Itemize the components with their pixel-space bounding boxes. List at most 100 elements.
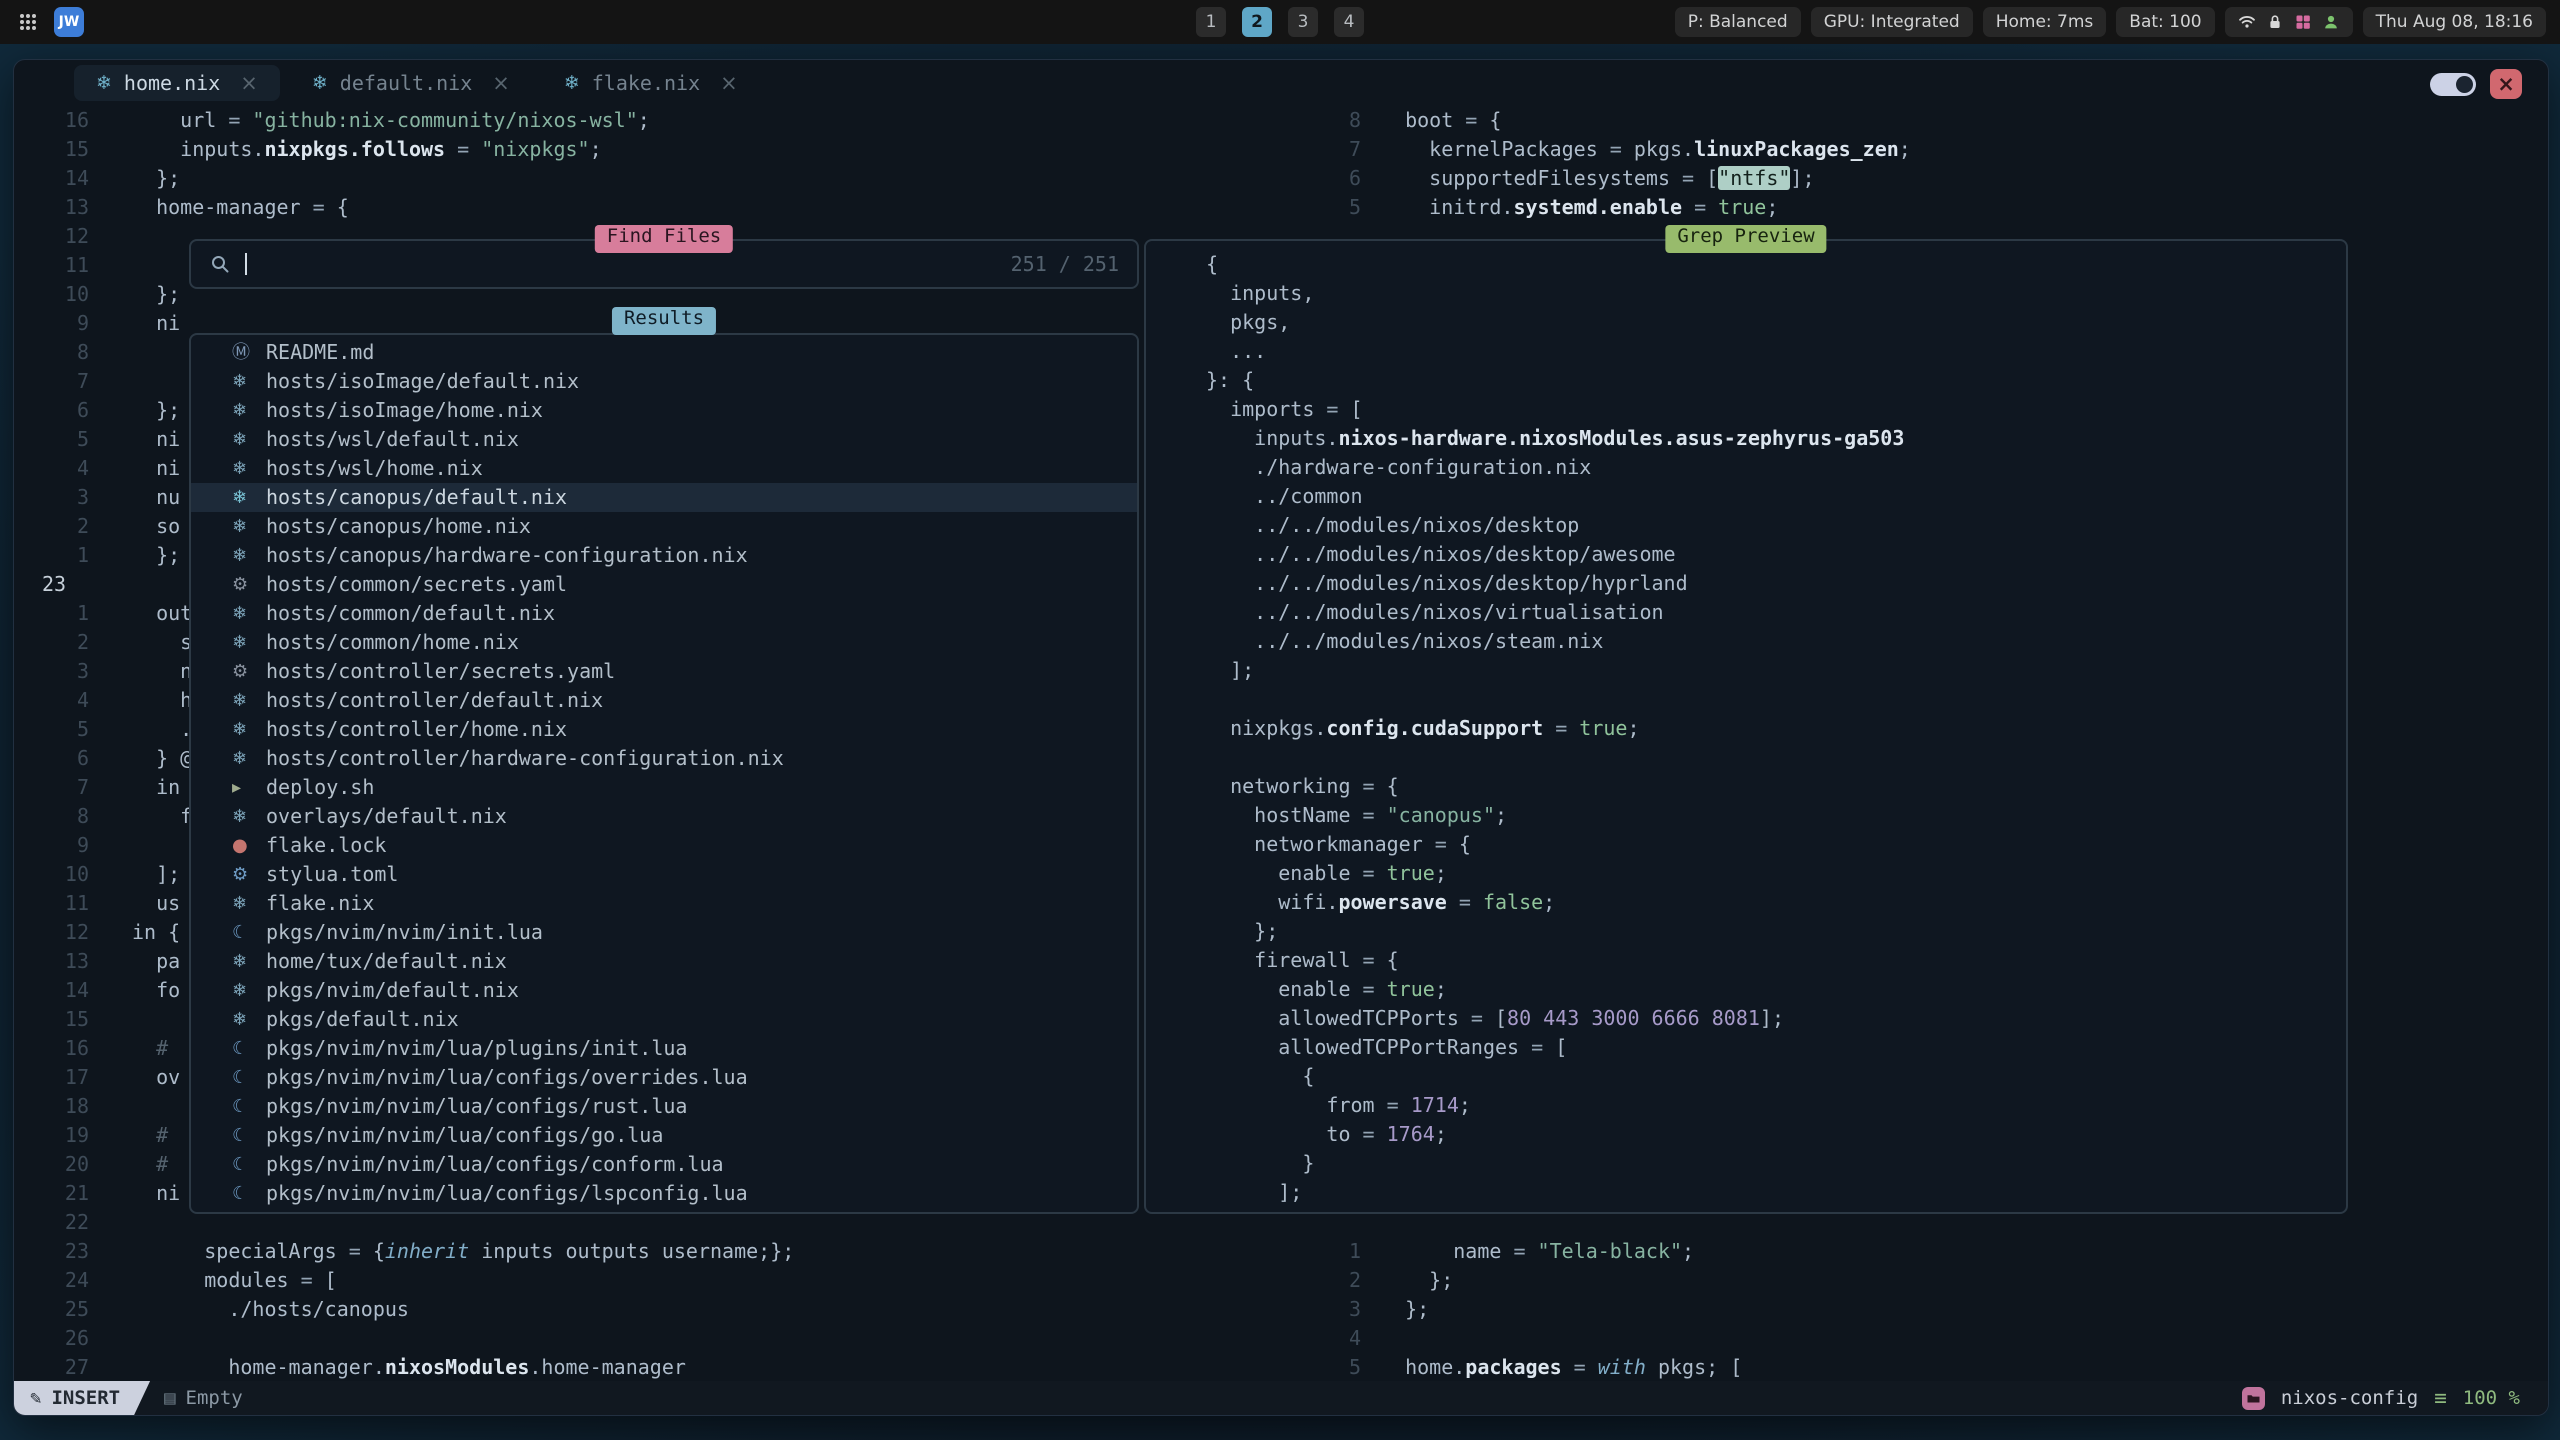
code-text: to = 1764;	[1163, 1120, 1447, 1149]
result-item[interactable]: ☾pkgs/nvim/nvim/lua/configs/go.lua	[191, 1121, 1137, 1150]
lua-icon: ☾	[232, 918, 266, 947]
result-item[interactable]: ❄hosts/isoImage/home.nix	[191, 396, 1137, 425]
result-label: hosts/wsl/default.nix	[266, 425, 519, 454]
result-item[interactable]: ❄home/tux/default.nix	[191, 947, 1137, 976]
result-label: pkgs/nvim/nvim/init.lua	[266, 918, 543, 947]
result-label: deploy.sh	[266, 773, 374, 802]
search-icon	[209, 253, 231, 275]
result-item[interactable]: ❄hosts/canopus/default.nix	[191, 483, 1137, 512]
workspace-button-1[interactable]: 1	[1196, 7, 1226, 37]
code-text: inputs.nixpkgs.follows = "nixpkgs";	[89, 135, 602, 164]
markdown-icon: Ⓜ	[232, 338, 266, 367]
result-item[interactable]: ❄flake.nix	[191, 889, 1137, 918]
result-item[interactable]: ☾pkgs/nvim/nvim/lua/configs/lspconfig.lu…	[191, 1179, 1137, 1208]
tab-bar: ❄home.nix×❄default.nix×❄flake.nix×	[14, 60, 2548, 106]
result-item[interactable]: ❄pkgs/nvim/default.nix	[191, 976, 1137, 1005]
tab-label: home.nix	[124, 71, 220, 95]
window-close-button[interactable]: ×	[2490, 69, 2522, 99]
result-item[interactable]: ☾pkgs/nvim/nvim/lua/configs/conform.lua	[191, 1150, 1137, 1179]
wifi-icon[interactable]	[2238, 13, 2256, 31]
result-item[interactable]: ❄hosts/common/default.nix	[191, 599, 1137, 628]
code-text: kernelPackages = pkgs.linuxPackages_zen;	[1361, 135, 1911, 164]
line-number: 16	[14, 1034, 89, 1063]
line-number: 14	[14, 164, 89, 193]
result-item[interactable]: ❄hosts/controller/hardware-configuration…	[191, 744, 1137, 773]
screenshare-icon[interactable]	[2294, 13, 2312, 31]
result-item[interactable]: ❄hosts/wsl/home.nix	[191, 454, 1137, 483]
result-item[interactable]: ❄hosts/common/home.nix	[191, 628, 1137, 657]
code-text: #	[89, 1121, 168, 1150]
line-number: 2	[1331, 1266, 1361, 1295]
code-text: supportedFilesystems = ["ntfs"];	[1361, 164, 1815, 193]
user-icon[interactable]	[2322, 13, 2340, 31]
logo-badge[interactable]: JW	[54, 7, 84, 37]
code-text	[89, 251, 132, 280]
result-item[interactable]: ☾pkgs/nvim/nvim/lua/plugins/init.lua	[191, 1034, 1137, 1063]
code-text: nu	[89, 483, 180, 512]
tab-close-icon[interactable]: ×	[492, 71, 510, 95]
result-label: hosts/canopus/hardware-configuration.nix	[266, 541, 748, 570]
right-bottom-editor-pane[interactable]: 1 name = "Tela-black";2 };3 };45 home.pa…	[1331, 1237, 2548, 1382]
code-line: imports = [	[1163, 395, 1904, 424]
result-label: pkgs/nvim/nvim/lua/configs/lspconfig.lua	[266, 1179, 748, 1208]
result-item[interactable]: ☾pkgs/nvim/nvim/init.lua	[191, 918, 1137, 947]
result-item[interactable]: ☾pkgs/nvim/nvim/lua/configs/overrides.lu…	[191, 1063, 1137, 1092]
system-top-bar: JW 1234 P: BalancedGPU: IntegratedHome: …	[0, 0, 2560, 44]
clock[interactable]: Thu Aug 08, 18:16	[2363, 7, 2546, 37]
right-top-editor-pane[interactable]: 8 boot = {7 kernelPackages = pkgs.linuxP…	[1331, 106, 2548, 222]
result-item[interactable]: ⚙stylua.toml	[191, 860, 1137, 889]
line-number: 2	[14, 512, 89, 541]
repo-name[interactable]: nixos-config	[2281, 1387, 2418, 1409]
code-text: modules = [	[89, 1266, 337, 1295]
result-item[interactable]: ⚙hosts/common/secrets.yaml	[191, 570, 1137, 599]
code-line: }: {	[1163, 366, 1904, 395]
result-label: hosts/common/default.nix	[266, 599, 555, 628]
code-text: initrd.systemd.enable = true;	[1361, 193, 1778, 222]
nix-icon: ❄	[96, 72, 112, 94]
code-line: {	[1163, 250, 1904, 279]
window-pin-toggle[interactable]	[2430, 73, 2476, 96]
result-item[interactable]: ❄hosts/isoImage/default.nix	[191, 367, 1137, 396]
result-item[interactable]: ❄hosts/canopus/home.nix	[191, 512, 1137, 541]
code-text: ./hardware-configuration.nix	[1163, 453, 1591, 482]
tab-close-icon[interactable]: ×	[240, 71, 258, 95]
lock-icon[interactable]	[2266, 13, 2284, 31]
tab-close-icon[interactable]: ×	[720, 71, 738, 95]
line-number: 23	[14, 570, 89, 599]
line-number: 26	[14, 1324, 89, 1353]
code-line: 25 ./hosts/canopus	[14, 1295, 1331, 1324]
result-item[interactable]: ❄overlays/default.nix	[191, 802, 1137, 831]
workspace-button-3[interactable]: 3	[1288, 7, 1318, 37]
apps-grid-icon[interactable]	[18, 12, 38, 32]
code-text: fo	[89, 976, 180, 1005]
line-number: 7	[14, 367, 89, 396]
code-text: name = "Tela-black";	[1361, 1237, 1694, 1266]
result-item[interactable]: ☾pkgs/nvim/nvim/lua/configs/rust.lua	[191, 1092, 1137, 1121]
topbar-module: GPU: Integrated	[1811, 7, 1973, 37]
tab-home-nix[interactable]: ❄ home.nix ×	[74, 65, 280, 101]
line-number: 3	[14, 657, 89, 686]
workspace-button-2[interactable]: 2	[1242, 7, 1272, 37]
code-text: }	[1163, 1149, 1314, 1178]
result-item[interactable]: ❄hosts/wsl/default.nix	[191, 425, 1137, 454]
code-line	[1163, 743, 1904, 772]
result-item[interactable]: ▸deploy.sh	[191, 773, 1137, 802]
result-label: pkgs/nvim/nvim/lua/configs/rust.lua	[266, 1092, 687, 1121]
result-label: hosts/wsl/home.nix	[266, 454, 483, 483]
workspace-button-4[interactable]: 4	[1334, 7, 1364, 37]
result-item[interactable]: ⓂREADME.md	[191, 338, 1137, 367]
tab-default-nix[interactable]: ❄default.nix×	[290, 65, 532, 101]
code-text: ni	[89, 657, 204, 686]
code-text	[89, 1005, 132, 1034]
line-number: 9	[14, 831, 89, 860]
result-item[interactable]: ❄hosts/canopus/hardware-configuration.ni…	[191, 541, 1137, 570]
result-item[interactable]: ❄pkgs/default.nix	[191, 1005, 1137, 1034]
result-item[interactable]: ⚙hosts/controller/secrets.yaml	[191, 657, 1137, 686]
result-label: pkgs/nvim/default.nix	[266, 976, 519, 1005]
result-item[interactable]: ❄hosts/controller/home.nix	[191, 715, 1137, 744]
result-item[interactable]: ❄hosts/controller/default.nix	[191, 686, 1137, 715]
tab-flake-nix[interactable]: ❄flake.nix×	[542, 65, 760, 101]
result-item[interactable]: ●flake.lock	[191, 831, 1137, 860]
file-status-label: Empty	[186, 1387, 243, 1409]
result-label: README.md	[266, 338, 374, 367]
